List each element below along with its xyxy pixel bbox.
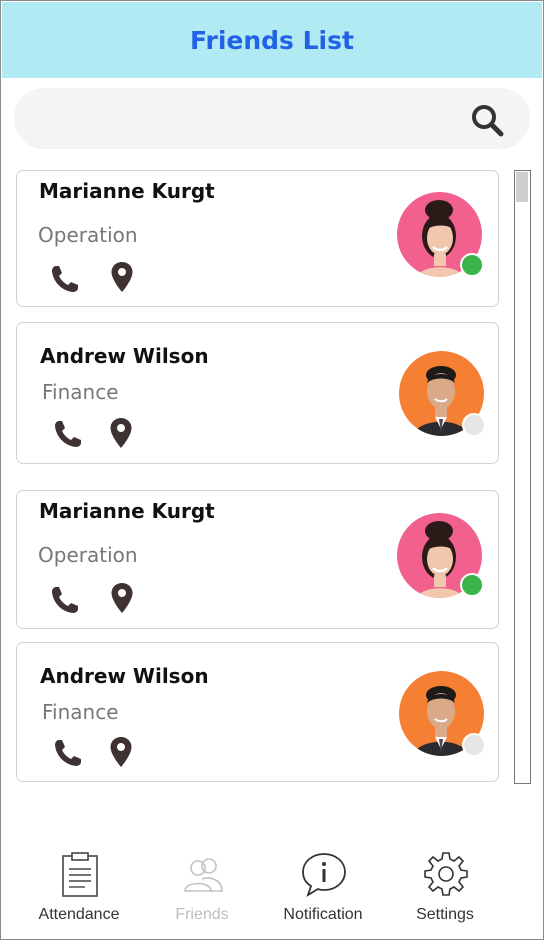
phone-icon[interactable] <box>52 737 84 769</box>
status-indicator <box>460 573 484 597</box>
nav-label: Notification <box>283 906 363 923</box>
friend-card[interactable]: Andrew Wilson Finance <box>16 642 499 782</box>
nav-item-notification[interactable]: Notification <box>263 851 383 931</box>
friends-icon <box>184 858 223 892</box>
friend-department: Finance <box>42 380 119 404</box>
clipboard-icon <box>62 852 98 897</box>
info-bubble-icon <box>302 853 346 897</box>
search-bar[interactable] <box>14 88 530 149</box>
nav-label: Attendance <box>38 906 120 923</box>
friend-card[interactable]: Marianne Kurgt Operation <box>16 170 499 307</box>
nav-item-friends[interactable]: Friends <box>142 851 262 931</box>
search-input[interactable] <box>36 98 460 140</box>
friend-name: Andrew Wilson <box>40 344 209 368</box>
nav-item-settings[interactable]: Settings <box>385 851 505 931</box>
nav-label: Friends <box>175 906 229 923</box>
bottom-navigation: Attendance Friends Notification Settings <box>1 841 543 939</box>
friend-name: Marianne Kurgt <box>39 499 215 523</box>
location-pin-icon[interactable] <box>109 736 133 768</box>
phone-icon[interactable] <box>52 418 84 450</box>
app-frame: Friends List Marianne Kurgt Operation An… <box>0 0 544 940</box>
friend-card[interactable]: Andrew Wilson Finance <box>16 322 499 464</box>
location-pin-icon[interactable] <box>110 261 134 293</box>
scrollbar-thumb[interactable] <box>516 172 528 202</box>
scrollbar[interactable] <box>514 170 531 784</box>
friend-department: Operation <box>38 223 138 247</box>
nav-label: Settings <box>416 906 474 923</box>
friend-name: Andrew Wilson <box>40 664 209 688</box>
search-icon[interactable] <box>469 102 505 138</box>
status-indicator <box>462 413 486 437</box>
friend-card[interactable]: Marianne Kurgt Operation <box>16 490 499 629</box>
status-indicator <box>462 733 486 757</box>
page-title: Friends List <box>190 25 354 55</box>
friend-name: Marianne Kurgt <box>39 179 215 203</box>
phone-icon[interactable] <box>49 263 81 295</box>
location-pin-icon[interactable] <box>110 582 134 614</box>
friend-department: Operation <box>38 543 138 567</box>
status-indicator <box>460 253 484 277</box>
nav-item-attendance[interactable]: Attendance <box>19 851 139 931</box>
friend-department: Finance <box>42 700 119 724</box>
phone-icon[interactable] <box>49 584 81 616</box>
gear-icon <box>424 852 468 896</box>
location-pin-icon[interactable] <box>109 417 133 449</box>
header-bar: Friends List <box>2 2 542 78</box>
